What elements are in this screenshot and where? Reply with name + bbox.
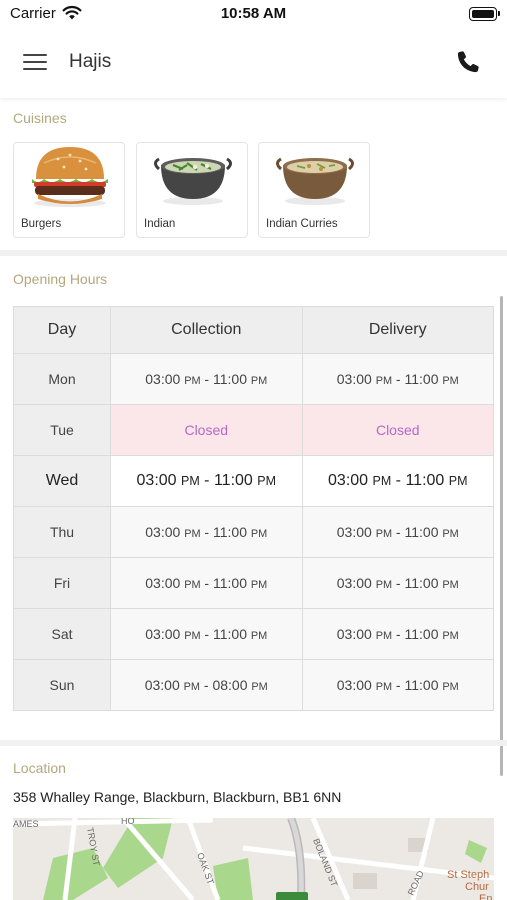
cuisine-label-indian: Indian: [144, 218, 176, 230]
cuisine-card-indian[interactable]: Indian: [136, 142, 248, 238]
app-header: Hajis: [0, 28, 507, 98]
svg-text:AMES: AMES: [13, 819, 39, 829]
status-time: 10:58 AM: [220, 5, 287, 22]
column-header-day: Day: [13, 306, 111, 354]
burger-image: [32, 147, 108, 207]
delivery-hours-cell: 03:00 PM - 11:00 PM: [301, 608, 494, 660]
curry-dish-image: [276, 157, 354, 205]
day-cell: Sun: [13, 659, 111, 711]
cuisine-card-burgers[interactable]: Burgers: [13, 142, 125, 238]
collection-hours-cell: 03:00 PM - 08:00 PM: [110, 659, 303, 711]
cuisine-label-burgers: Burgers: [21, 218, 62, 230]
hours-row-fri: Fri 03:00 PM - 11:00 PM 03:00 PM - 11:00…: [13, 557, 494, 609]
location-map[interactable]: AMES TROY ST HO OAK ST BOLAND ST ROAD St…: [13, 818, 494, 900]
hours-row-mon: Mon 03:00 PM - 11:00 PM 03:00 PM - 11:00…: [13, 353, 494, 405]
hamburger-menu-icon[interactable]: [20, 50, 50, 74]
status-bar: Carrier 10:58 AM: [0, 0, 507, 28]
cuisine-card-indian-curries[interactable]: Indian Curries: [258, 142, 370, 238]
table-header-row: Day Collection Delivery: [13, 306, 494, 354]
day-cell: Wed: [13, 455, 111, 507]
map-graphic: AMES TROY ST HO OAK ST BOLAND ST ROAD St…: [13, 818, 494, 900]
svg-text:En: En: [479, 893, 492, 900]
collection-closed-cell: Closed: [110, 404, 303, 456]
hours-row-thu: Thu 03:00 PM - 11:00 PM 03:00 PM - 11:00…: [13, 506, 494, 558]
day-cell: Mon: [13, 353, 111, 405]
collection-hours-cell: 03:00 PM - 11:00 PM: [110, 506, 303, 558]
column-header-delivery: Delivery: [301, 306, 494, 354]
location-heading: Location: [13, 760, 66, 776]
delivery-hours-cell: 03:00 PM - 11:00 PM: [301, 506, 494, 558]
restaurant-address: 358 Whalley Range, Blackburn, Blackburn,…: [13, 789, 342, 805]
day-cell: Thu: [13, 506, 111, 558]
collection-hours-cell: 03:00 PM - 11:00 PM: [110, 557, 303, 609]
restaurant-title: Hajis: [69, 51, 112, 72]
hours-row-sat: Sat 03:00 PM - 11:00 PM 03:00 PM - 11:00…: [13, 608, 494, 660]
cuisines-heading: Cuisines: [13, 110, 67, 126]
battery-icon: [469, 7, 500, 21]
opening-hours-table: Day Collection Delivery Mon 03:00 PM - 1…: [13, 306, 494, 711]
day-cell: Fri: [13, 557, 111, 609]
collection-hours-cell: 03:00 PM - 11:00 PM: [110, 608, 303, 660]
svg-text:HO: HO: [121, 818, 135, 826]
cuisine-label-indian-curries: Indian Curries: [266, 218, 338, 230]
hours-row-wed: Wed 03:00 PM - 11:00 PM 03:00 PM - 11:00…: [13, 455, 494, 507]
delivery-closed-cell: Closed: [301, 404, 494, 456]
phone-icon[interactable]: [455, 49, 481, 75]
hours-row-tue: Tue Closed Closed: [13, 404, 494, 456]
section-divider: [0, 740, 507, 746]
section-divider: [0, 250, 507, 256]
delivery-hours-cell: 03:00 PM - 11:00 PM: [301, 557, 494, 609]
delivery-hours-cell: 03:00 PM - 11:00 PM: [301, 455, 494, 507]
collection-hours-cell: 03:00 PM - 11:00 PM: [110, 353, 303, 405]
delivery-hours-cell: 03:00 PM - 11:00 PM: [301, 659, 494, 711]
opening-hours-heading: Opening Hours: [13, 271, 108, 287]
column-header-collection: Collection: [110, 306, 303, 354]
collection-hours-cell: 03:00 PM - 11:00 PM: [110, 455, 303, 507]
day-cell: Tue: [13, 404, 111, 456]
svg-text:St Steph: St Steph: [447, 869, 489, 881]
day-cell: Sat: [13, 608, 111, 660]
svg-text:Chur: Chur: [465, 881, 489, 893]
scrollbar-thumb[interactable]: [500, 296, 503, 776]
hours-row-sun: Sun 03:00 PM - 08:00 PM 03:00 PM - 11:00…: [13, 659, 494, 711]
delivery-hours-cell: 03:00 PM - 11:00 PM: [301, 353, 494, 405]
indian-dish-image: [154, 157, 232, 205]
